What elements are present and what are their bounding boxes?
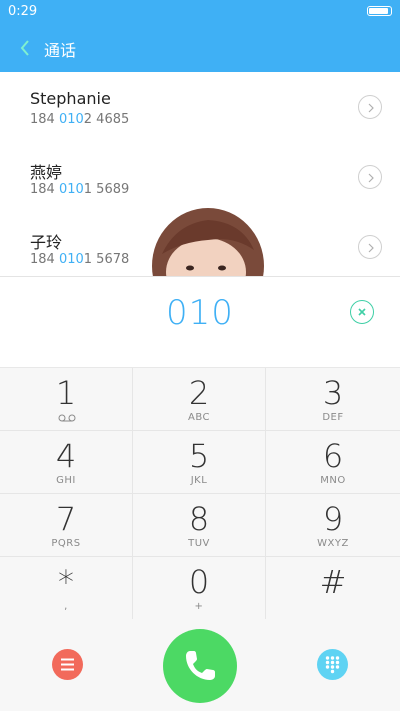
key-hash[interactable]: #	[266, 557, 400, 620]
key-digit: 0	[188, 563, 210, 601]
contact-name: Stephanie	[30, 89, 111, 108]
number-prefix: 184	[30, 112, 59, 127]
voicemail-icon	[58, 414, 76, 422]
chevron-right-icon	[368, 173, 374, 183]
bottom-action-bar	[0, 619, 400, 711]
key-digit: 6	[322, 437, 344, 475]
key-digit: 1	[55, 374, 77, 412]
key-letters: PQRS	[51, 538, 81, 549]
key-digit: 4	[55, 437, 77, 475]
key-digit: *	[58, 563, 74, 601]
battery-icon	[367, 6, 392, 16]
dial-keypad: 1 2 ABC 3 DEF 4 GHI 5 JKL 6 MNO 7 PQRS 8…	[0, 367, 400, 620]
key-star[interactable]: * ,	[0, 557, 133, 620]
dialpad-icon	[325, 656, 340, 674]
number-match: 010	[58, 252, 84, 267]
contact-detail-button[interactable]	[358, 165, 382, 189]
contact-photo	[152, 208, 264, 277]
phone-icon	[186, 651, 215, 680]
number-suffix: 1 5689	[83, 182, 130, 197]
number-entry: 010	[0, 277, 400, 367]
number-suffix: 2 4685	[83, 112, 130, 127]
key-letters: MNO	[320, 475, 346, 486]
key-digit: #	[319, 563, 347, 601]
contact-row[interactable]: Stephanie 184 0102 4685	[0, 72, 400, 142]
key-7[interactable]: 7 PQRS	[0, 494, 133, 557]
key-0[interactable]: 0 +	[133, 557, 266, 620]
contact-number: 184 0101 5689	[30, 182, 129, 197]
number-match: 010	[58, 112, 84, 127]
contact-name: 子玲	[30, 233, 63, 252]
contact-detail-button[interactable]	[358, 235, 382, 259]
key-letters: WXYZ	[317, 538, 349, 549]
menu-icon	[61, 658, 74, 671]
call-button[interactable]	[163, 629, 237, 703]
number-prefix: 184	[30, 182, 59, 197]
key-letters: GHI	[56, 475, 76, 486]
contact-name: 燕婷	[30, 163, 63, 182]
app-header: 通话	[0, 24, 400, 72]
chevron-right-icon	[368, 103, 374, 113]
key-9[interactable]: 9 WXYZ	[266, 494, 400, 557]
clear-icon	[358, 308, 366, 316]
key-8[interactable]: 8 TUV	[133, 494, 266, 557]
contact-row[interactable]: 燕婷 184 0101 5689	[0, 142, 400, 212]
key-letters: ,	[64, 601, 68, 612]
key-digit: 8	[188, 500, 210, 538]
battery-level	[369, 8, 388, 14]
key-4[interactable]: 4 GHI	[0, 431, 133, 494]
key-letters: TUV	[188, 538, 210, 549]
menu-button[interactable]	[52, 649, 83, 680]
key-letters: DEF	[322, 412, 344, 423]
chevron-right-icon	[368, 243, 374, 253]
contact-suggestions: Stephanie 184 0102 4685 燕婷 184 0101 5689…	[0, 72, 400, 277]
key-letters: JKL	[190, 475, 208, 486]
key-letters: ABC	[187, 412, 210, 423]
dialed-number[interactable]: 010	[0, 293, 400, 333]
chevron-left-icon	[20, 40, 29, 56]
key-digit: 3	[322, 374, 344, 412]
clear-button[interactable]	[350, 300, 374, 324]
contact-number: 184 0101 5678	[30, 252, 129, 267]
key-3[interactable]: 3 DEF	[266, 368, 400, 431]
key-5[interactable]: 5 JKL	[133, 431, 266, 494]
contact-detail-button[interactable]	[358, 95, 382, 119]
status-bar: 0:29	[0, 0, 400, 24]
number-suffix: 1 5678	[83, 252, 130, 267]
key-digit: 9	[322, 500, 344, 538]
dialpad-toggle-button[interactable]	[317, 649, 348, 680]
back-button[interactable]	[12, 34, 40, 62]
key-6[interactable]: 6 MNO	[266, 431, 400, 494]
contact-number: 184 0102 4685	[30, 112, 129, 127]
status-time: 0:29	[8, 4, 38, 19]
key-letters: +	[194, 601, 204, 612]
key-digit: 5	[188, 437, 210, 475]
key-1[interactable]: 1	[0, 368, 133, 431]
key-digit: 7	[55, 500, 77, 538]
number-prefix: 184	[30, 252, 59, 267]
page-title: 通话	[44, 41, 77, 60]
key-2[interactable]: 2 ABC	[133, 368, 266, 431]
number-match: 010	[58, 182, 84, 197]
key-digit: 2	[188, 374, 210, 412]
